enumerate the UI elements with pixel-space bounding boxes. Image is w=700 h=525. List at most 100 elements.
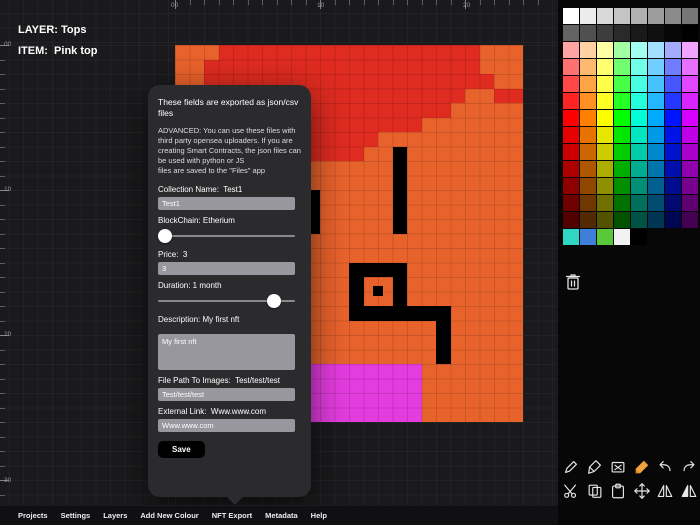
canvas-pixel[interactable]: [407, 118, 422, 133]
palette-swatch[interactable]: [597, 127, 613, 143]
palette-swatch[interactable]: [665, 110, 681, 126]
canvas-pixel[interactable]: [335, 393, 350, 408]
canvas-pixel[interactable]: [422, 234, 437, 249]
copy-icon[interactable]: [584, 480, 606, 502]
canvas-pixel[interactable]: [422, 379, 437, 394]
redo-icon[interactable]: [678, 456, 700, 478]
canvas-pixel[interactable]: [320, 306, 335, 321]
marker-tool-icon[interactable]: [631, 456, 653, 478]
canvas-pixel[interactable]: [465, 321, 480, 336]
toolbar-item-projects[interactable]: Projects: [18, 511, 48, 520]
canvas-pixel[interactable]: [407, 234, 422, 249]
canvas-pixel[interactable]: [306, 60, 321, 75]
canvas-pixel[interactable]: [509, 263, 524, 278]
canvas-pixel[interactable]: [436, 234, 451, 249]
canvas-pixel[interactable]: [393, 364, 408, 379]
canvas-pixel[interactable]: [451, 89, 466, 104]
canvas-pixel[interactable]: [320, 292, 335, 307]
canvas-pixel[interactable]: [480, 176, 495, 191]
canvas-pixel[interactable]: [320, 190, 335, 205]
canvas-pixel[interactable]: [436, 45, 451, 60]
canvas-pixel[interactable]: [422, 263, 437, 278]
canvas-pixel[interactable]: [422, 364, 437, 379]
canvas-pixel[interactable]: [509, 190, 524, 205]
canvas-pixel[interactable]: [465, 132, 480, 147]
canvas-pixel[interactable]: [349, 408, 364, 423]
canvas-pixel[interactable]: [349, 118, 364, 133]
canvas-pixel[interactable]: [378, 205, 393, 220]
canvas-pixel[interactable]: [509, 45, 524, 60]
canvas-pixel[interactable]: [436, 335, 451, 350]
canvas-pixel[interactable]: [277, 45, 292, 60]
canvas-pixel[interactable]: [364, 161, 379, 176]
canvas-pixel[interactable]: [407, 176, 422, 191]
canvas-pixel[interactable]: [480, 190, 495, 205]
canvas-pixel[interactable]: [393, 263, 408, 278]
canvas-pixel[interactable]: [407, 74, 422, 89]
canvas-pixel[interactable]: [494, 176, 509, 191]
canvas-pixel[interactable]: [465, 408, 480, 423]
canvas-pixel[interactable]: [364, 248, 379, 263]
palette-swatch[interactable]: [614, 195, 630, 211]
palette-swatch[interactable]: [631, 76, 647, 92]
palette-swatch[interactable]: [682, 110, 698, 126]
palette-swatch[interactable]: [597, 8, 613, 24]
canvas-pixel[interactable]: [407, 45, 422, 60]
canvas-pixel[interactable]: [480, 45, 495, 60]
canvas-pixel[interactable]: [465, 219, 480, 234]
palette-swatch[interactable]: [682, 76, 698, 92]
canvas-pixel[interactable]: [422, 350, 437, 365]
canvas-pixel[interactable]: [436, 219, 451, 234]
canvas-pixel[interactable]: [378, 118, 393, 133]
canvas-pixel[interactable]: [393, 190, 408, 205]
canvas-pixel[interactable]: [407, 393, 422, 408]
canvas-pixel[interactable]: [378, 306, 393, 321]
canvas-pixel[interactable]: [451, 277, 466, 292]
canvas-pixel[interactable]: [364, 132, 379, 147]
canvas-pixel[interactable]: [320, 161, 335, 176]
canvas-pixel[interactable]: [480, 408, 495, 423]
canvas-pixel[interactable]: [320, 147, 335, 162]
canvas-pixel[interactable]: [509, 219, 524, 234]
canvas-pixel[interactable]: [335, 306, 350, 321]
canvas-pixel[interactable]: [480, 321, 495, 336]
palette-swatch[interactable]: [563, 212, 579, 228]
canvas-pixel[interactable]: [451, 364, 466, 379]
canvas-pixel[interactable]: [451, 321, 466, 336]
palette-swatch[interactable]: [563, 8, 579, 24]
canvas-pixel[interactable]: [480, 364, 495, 379]
undo-icon[interactable]: [654, 456, 676, 478]
palette-swatch[interactable]: [648, 76, 664, 92]
palette-swatch[interactable]: [682, 25, 698, 41]
canvas-pixel[interactable]: [320, 219, 335, 234]
canvas-pixel[interactable]: [364, 45, 379, 60]
palette-swatch[interactable]: [631, 8, 647, 24]
palette-swatch[interactable]: [580, 59, 596, 75]
canvas-pixel[interactable]: [451, 118, 466, 133]
palette-swatch[interactable]: [597, 178, 613, 194]
canvas-pixel[interactable]: [494, 60, 509, 75]
mirror-icon[interactable]: [678, 480, 700, 502]
canvas-pixel[interactable]: [480, 60, 495, 75]
canvas-pixel[interactable]: [465, 335, 480, 350]
canvas-pixel[interactable]: [349, 161, 364, 176]
canvas-pixel[interactable]: [349, 263, 364, 278]
canvas-pixel[interactable]: [465, 306, 480, 321]
canvas-pixel[interactable]: [277, 60, 292, 75]
canvas-pixel[interactable]: [335, 335, 350, 350]
price-input[interactable]: [158, 262, 295, 275]
canvas-pixel[interactable]: [480, 205, 495, 220]
canvas-pixel[interactable]: [494, 321, 509, 336]
palette-swatch[interactable]: [580, 42, 596, 58]
canvas-pixel[interactable]: [349, 306, 364, 321]
palette-swatch[interactable]: [648, 110, 664, 126]
canvas-pixel[interactable]: [364, 234, 379, 249]
canvas-pixel[interactable]: [480, 277, 495, 292]
canvas-pixel[interactable]: [451, 335, 466, 350]
canvas-pixel[interactable]: [451, 219, 466, 234]
canvas-pixel[interactable]: [349, 364, 364, 379]
canvas-pixel[interactable]: [378, 321, 393, 336]
canvas-pixel[interactable]: [335, 321, 350, 336]
palette-swatch[interactable]: [563, 178, 579, 194]
palette-swatch[interactable]: [665, 93, 681, 109]
